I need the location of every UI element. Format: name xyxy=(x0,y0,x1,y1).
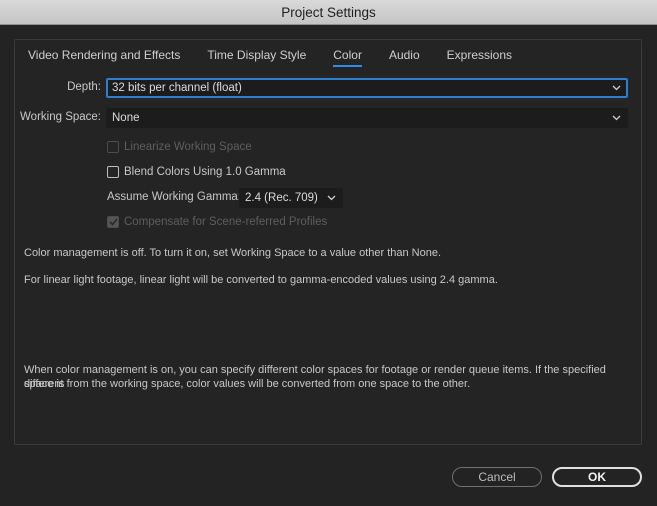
tab-video-rendering[interactable]: Video Rendering and Effects xyxy=(28,47,180,69)
blend-gamma-option[interactable]: Blend Colors Using 1.0 Gamma xyxy=(107,166,286,178)
compensate-label: Compensate for Scene-referred Profiles xyxy=(124,216,328,228)
settings-panel: Video Rendering and Effects Time Display… xyxy=(14,39,642,445)
tab-audio[interactable]: Audio xyxy=(389,47,420,69)
linearize-label: Linearize Working Space xyxy=(124,141,252,153)
title-bar: Project Settings xyxy=(0,0,657,25)
compensate-checkbox[interactable] xyxy=(107,216,119,228)
depth-value: 32 bits per channel (float) xyxy=(112,82,242,94)
tab-time-display-style[interactable]: Time Display Style xyxy=(207,47,306,69)
linearize-option[interactable]: Linearize Working Space xyxy=(107,141,252,153)
blend-gamma-checkbox[interactable] xyxy=(107,166,119,178)
cancel-button[interactable]: Cancel xyxy=(452,467,542,487)
chevron-down-icon xyxy=(612,85,621,91)
working-space-label: Working Space: xyxy=(20,111,101,123)
info-color-management-off: Color management is off. To turn it on, … xyxy=(24,247,442,259)
info-color-spaces-2: different from the working space, color … xyxy=(24,378,471,390)
working-space-select[interactable]: None xyxy=(106,108,628,128)
tab-expressions[interactable]: Expressions xyxy=(447,47,512,69)
ok-button[interactable]: OK xyxy=(552,467,642,487)
checkmark-icon xyxy=(108,218,118,226)
linearize-checkbox[interactable] xyxy=(107,141,119,153)
assume-gamma-select[interactable]: 2.4 (Rec. 709) xyxy=(239,188,343,208)
compensate-option[interactable]: Compensate for Scene-referred Profiles xyxy=(107,216,327,228)
chevron-down-icon xyxy=(612,115,621,121)
tab-color[interactable]: Color xyxy=(333,47,362,69)
assume-gamma-value: 2.4 (Rec. 709) xyxy=(245,192,318,204)
tab-bar: Video Rendering and Effects Time Display… xyxy=(28,47,539,69)
dialog-body: Video Rendering and Effects Time Display… xyxy=(0,25,657,506)
depth-label: Depth: xyxy=(67,81,101,93)
assume-gamma-label: Assume Working Gamma: xyxy=(107,191,241,203)
chevron-down-icon xyxy=(327,195,336,201)
depth-select[interactable]: 32 bits per channel (float) xyxy=(106,78,628,98)
info-linear-light: For linear light footage, linear light w… xyxy=(24,274,498,286)
blend-gamma-label: Blend Colors Using 1.0 Gamma xyxy=(124,166,286,178)
working-space-value: None xyxy=(112,112,140,124)
window-title: Project Settings xyxy=(281,4,376,20)
